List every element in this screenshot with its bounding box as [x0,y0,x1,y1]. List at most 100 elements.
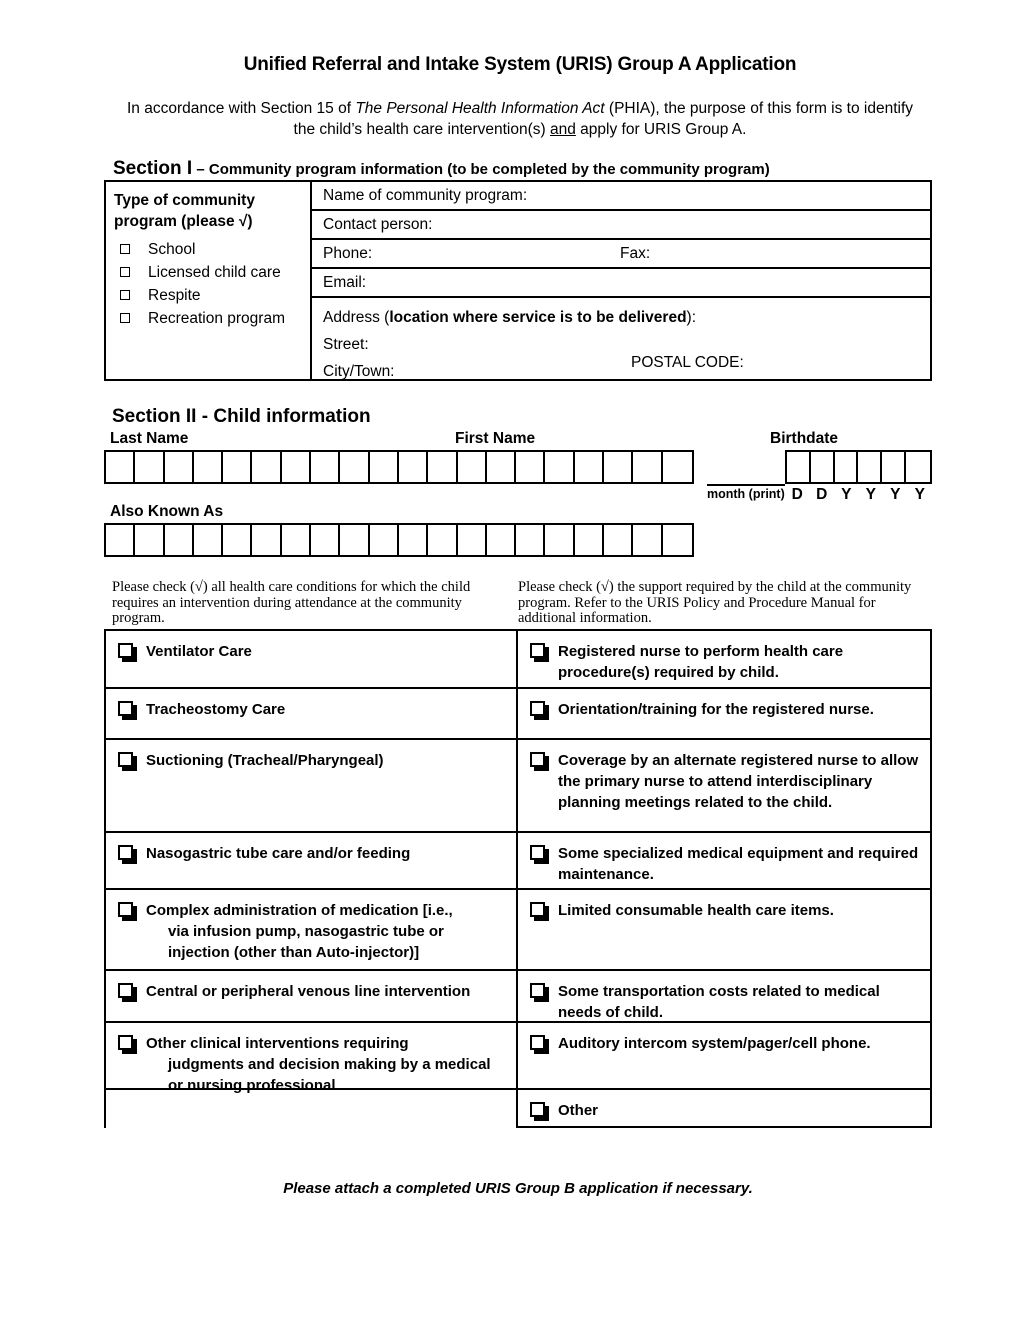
also-known-as-cell[interactable] [370,525,399,555]
field-email[interactable]: Email: [312,269,930,298]
field-address-block[interactable]: Address (location where service is to be… [312,298,930,381]
checkbox-icon[interactable] [118,983,137,1002]
also-known-as-cell[interactable] [135,525,165,555]
checklist-option[interactable]: Some transportation costs related to med… [518,971,930,1023]
birthdate-cell[interactable] [858,452,883,482]
name-cell[interactable] [135,452,165,482]
checkbox-icon[interactable] [118,845,137,864]
checkbox-icon[interactable] [530,752,549,771]
name-cell[interactable] [370,452,399,482]
also-known-as-cell[interactable] [428,525,458,555]
checkbox-icon[interactable] [530,1035,549,1054]
also-known-as-cell[interactable] [487,525,517,555]
program-type-option-licensed-child-care[interactable]: Licensed child care [114,261,304,284]
birthdate-comb-input[interactable] [785,450,932,484]
field-street[interactable]: Street: [323,327,930,354]
birthdate-cell[interactable] [906,452,930,482]
checkbox-icon[interactable] [118,902,137,921]
also-known-as-comb-input[interactable] [104,523,694,557]
program-type-option-recreation-program[interactable]: Recreation program [114,307,304,330]
also-known-as-cell[interactable] [106,525,136,555]
name-cell[interactable] [194,452,224,482]
also-known-as-cell[interactable] [458,525,487,555]
field-program-name[interactable]: Name of community program: [312,182,930,211]
name-cell[interactable] [663,452,692,482]
also-known-as-cell[interactable] [399,525,429,555]
checklist-option[interactable]: Tracheostomy Care [106,689,518,740]
name-cell[interactable] [165,452,194,482]
name-cell[interactable] [223,452,253,482]
checkbox-icon[interactable] [118,752,137,771]
month-write-in-rule[interactable] [707,484,785,486]
name-cell[interactable] [633,452,663,482]
checkbox-icon[interactable] [530,983,549,1002]
name-cell[interactable] [604,452,634,482]
checkbox-icon[interactable] [120,267,130,277]
checklist-option[interactable]: Ventilator Care [106,631,518,689]
name-cell[interactable] [458,452,487,482]
also-known-as-cell[interactable] [575,525,605,555]
checkbox-icon[interactable] [530,643,549,662]
checkbox-icon[interactable] [120,244,130,254]
also-known-as-cell[interactable] [282,525,312,555]
checklist-row: Tracheostomy Care Orientation/training fo… [106,689,930,740]
field-city-postal[interactable]: City/Town: POSTAL CODE: [323,354,930,381]
birthdate-cell[interactable] [787,452,811,482]
checkbox-icon[interactable] [530,1102,549,1121]
program-type-label: School [148,241,196,258]
name-cell[interactable] [516,452,546,482]
checklist-option[interactable]: Central or peripheral venous line interv… [106,971,518,1023]
checkbox-icon[interactable] [118,701,137,720]
name-cell[interactable] [487,452,517,482]
name-cell[interactable] [575,452,605,482]
name-cell[interactable] [545,452,575,482]
checkbox-icon[interactable] [118,1035,137,1054]
checkbox-icon[interactable] [530,701,549,720]
checklist-option[interactable]: Nasogastric tube care and/or feeding [106,833,518,890]
checklist-option[interactable]: Orientation/training for the registered … [518,689,930,740]
intro-text-1: In accordance with Section 15 of [126,100,356,117]
birthdate-cell[interactable] [811,452,835,482]
name-cell[interactable] [428,452,458,482]
also-known-as-cell[interactable] [663,525,692,555]
birthdate-cell[interactable] [835,452,859,482]
checklist-option-label: Ventilator Care [146,643,252,660]
also-known-as-cell[interactable] [194,525,224,555]
also-known-as-cell[interactable] [545,525,575,555]
checklist-option[interactable]: Other [518,1090,930,1128]
name-cell[interactable] [340,452,370,482]
name-cell[interactable] [252,452,282,482]
name-cell[interactable] [399,452,429,482]
checkbox-icon[interactable] [118,643,137,662]
also-known-as-cell[interactable] [223,525,253,555]
name-comb-input[interactable] [104,450,694,484]
also-known-as-cell[interactable] [252,525,282,555]
field-phone-fax[interactable]: Phone: Fax: [312,240,930,269]
checkbox-icon[interactable] [530,845,549,864]
name-cell[interactable] [282,452,312,482]
checklist-option[interactable]: Complex administration of medication [i.… [106,890,518,971]
also-known-as-cell[interactable] [516,525,546,555]
name-cell[interactable] [106,452,136,482]
also-known-as-cell[interactable] [633,525,663,555]
checkbox-icon[interactable] [530,902,549,921]
also-known-as-cell[interactable] [340,525,370,555]
checklist-option[interactable]: Coverage by an alternate registered nurs… [518,740,930,833]
program-type-option-respite[interactable]: Respite [114,284,304,307]
also-known-as-cell[interactable] [311,525,341,555]
checkbox-icon[interactable] [120,313,130,323]
checklist-option[interactable]: Suctioning (Tracheal/Pharyngeal) [106,740,518,833]
field-contact-person[interactable]: Contact person: [312,211,930,240]
name-cell[interactable] [311,452,341,482]
birthdate-cell[interactable] [882,452,907,482]
checklist-option[interactable]: Some specialized medical equipment and r… [518,833,930,890]
also-known-as-cell[interactable] [165,525,194,555]
checkbox-icon[interactable] [120,290,130,300]
checklist-option[interactable]: Auditory intercom system/pager/cell phon… [518,1023,930,1090]
checklist-option[interactable]: Other clinical interventions requiring ju… [106,1023,518,1094]
program-type-option-school[interactable]: School [114,238,304,261]
checklist-option[interactable]: Limited consumable health care items. [518,890,930,971]
program-type-list: School Licensed child care Respite Recre… [114,238,304,330]
also-known-as-cell[interactable] [604,525,634,555]
checklist-option[interactable]: Registered nurse to perform health care … [518,631,930,689]
